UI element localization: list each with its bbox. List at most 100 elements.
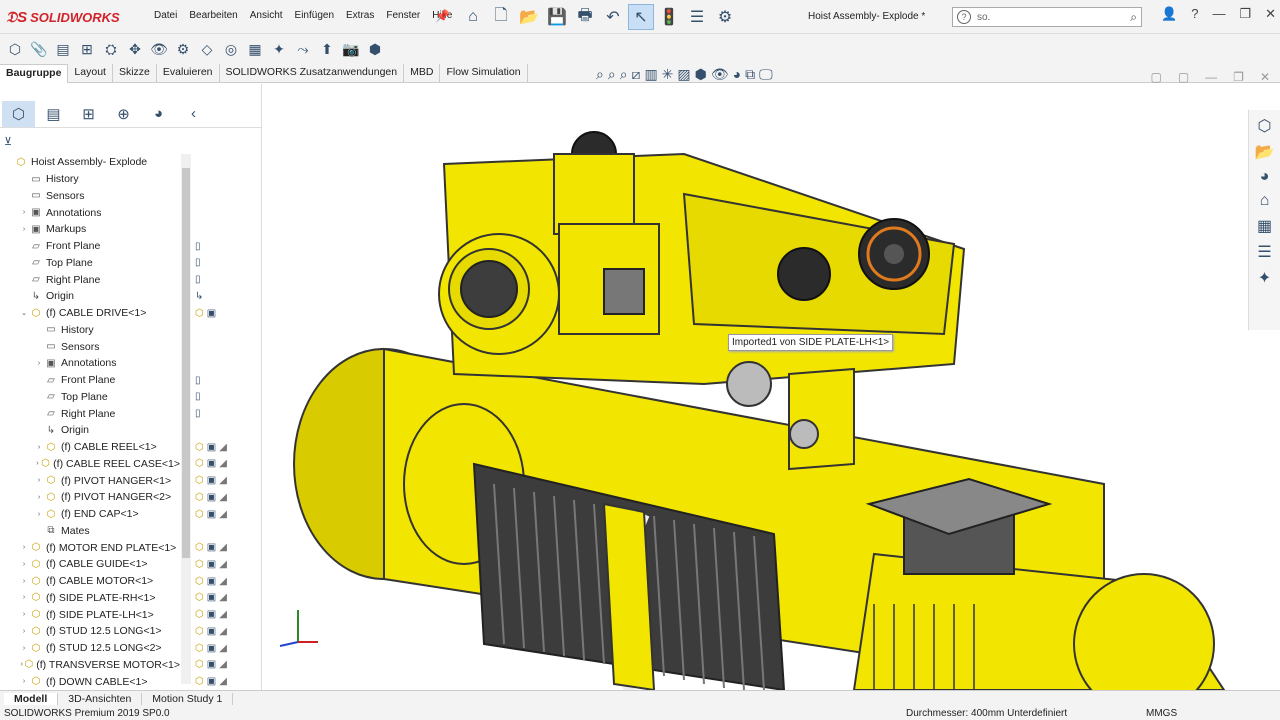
plane-visibility-icon[interactable]: ▯ [195, 391, 201, 402]
tab-baugruppe[interactable]: Baugruppe [0, 64, 69, 83]
tree-item[interactable]: › ⬡ (f) CABLE MOTOR<1> [0, 573, 180, 590]
menu-item-datei[interactable]: Datei [148, 10, 183, 21]
tree-item[interactable]: ▭ Sensors [0, 338, 180, 355]
component-display-icon[interactable]: ⬡ [195, 576, 204, 587]
tree-item[interactable]: › ⬡ (f) DOWN CABLE<1> [0, 673, 180, 690]
menu-item-ansicht[interactable]: Ansicht [244, 10, 289, 21]
tab-flow-simulation[interactable]: Flow Simulation [440, 64, 528, 83]
material-icon[interactable]: ◢ [219, 442, 227, 453]
tab-solidworks-zusatzanwendungen[interactable]: SOLIDWORKS Zusatzanwendungen [220, 64, 405, 83]
expand-arrow-icon[interactable]: › [34, 460, 41, 467]
component-display-icon[interactable]: ⬡ [195, 626, 204, 637]
state-icon[interactable]: ▣ [207, 676, 216, 687]
component-preview-icon[interactable]: ▤ [52, 38, 74, 60]
material-icon[interactable]: ◢ [219, 492, 227, 503]
tree-item[interactable]: ▭ History [0, 322, 180, 339]
tree-item[interactable]: ▱ Right Plane [0, 405, 180, 422]
tree-item[interactable]: ⬡ Hoist Assembly- Explode [0, 154, 180, 171]
component-display-icon[interactable]: ⬡ [195, 475, 204, 486]
help-icon[interactable]: ? [1191, 6, 1198, 22]
component-display-icon[interactable]: ⬡ [195, 442, 204, 453]
expand-arrow-icon[interactable]: › [19, 594, 29, 601]
material-icon[interactable]: ◢ [219, 609, 227, 620]
dimxpert-tab-icon[interactable]: ⊕ [107, 101, 140, 127]
viewport-close-icon[interactable]: ✕ [1260, 70, 1270, 84]
tab-skizze[interactable]: Skizze [113, 64, 157, 83]
component-display-icon[interactable]: ⬡ [195, 308, 204, 319]
plane-visibility-icon[interactable]: ▯ [195, 274, 201, 285]
previous-view-icon[interactable]: ⌕ [620, 66, 628, 83]
mate-icon[interactable]: 📎 [28, 38, 50, 60]
save-icon[interactable]: 💾 [544, 4, 570, 30]
material-icon[interactable]: ◢ [219, 626, 227, 637]
state-icon[interactable]: ▣ [207, 659, 216, 670]
configuration-manager-tab-icon[interactable]: ⊞ [72, 101, 105, 127]
tab-evaluieren[interactable]: Evaluieren [157, 64, 220, 83]
viewport-minimize-icon[interactable]: — [1205, 70, 1217, 84]
state-icon[interactable]: ▣ [207, 492, 216, 503]
zoom-fit-icon[interactable]: ⌕ [596, 66, 604, 83]
viewport-split-icon[interactable]: ▢ [1150, 70, 1161, 84]
state-icon[interactable]: ▣ [207, 626, 216, 637]
rebuild-icon[interactable]: 🚦 [656, 4, 682, 30]
origin-visibility-icon[interactable]: ↳ [195, 291, 203, 302]
new-motion-study-icon[interactable]: ◎ [220, 38, 242, 60]
component-display-icon[interactable]: ⬡ [195, 676, 204, 687]
tree-item[interactable]: › ⬡ (f) SIDE PLATE-RH<1> [0, 590, 180, 607]
solidworks-resources-icon[interactable]: ⬡ [1258, 116, 1272, 136]
component-display-icon[interactable]: ⬡ [195, 609, 204, 620]
tree-item[interactable]: › ⬡ (f) STUD 12.5 LONG<1> [0, 623, 180, 640]
tree-item[interactable]: ↳ Origin [0, 288, 180, 305]
search-input[interactable]: so. [977, 12, 990, 23]
pin-icon[interactable]: 📌 [435, 9, 450, 23]
scrollbar-thumb[interactable] [182, 168, 190, 558]
expand-arrow-icon[interactable]: › [19, 678, 29, 685]
plane-visibility-icon[interactable]: ▯ [195, 257, 201, 268]
state-icon[interactable]: ▣ [207, 542, 216, 553]
linear-pattern-icon[interactable]: ⊞ [76, 38, 98, 60]
smart-fasteners-icon[interactable]: ⛭ [100, 38, 122, 60]
section-view-icon[interactable]: ⧄ [632, 66, 641, 83]
undo-icon[interactable]: ↶ [600, 4, 626, 30]
tree-item[interactable]: › ⬡ (f) TRANSVERSE MOTOR<1> [0, 657, 180, 674]
close-icon[interactable]: ✕ [1265, 6, 1276, 22]
material-icon[interactable]: ◢ [219, 676, 227, 687]
tree-item[interactable]: ⧉ Mates [0, 523, 180, 540]
file-properties-icon[interactable]: ☰ [684, 4, 710, 30]
menu-item-bearbeiten[interactable]: Bearbeiten [183, 10, 243, 21]
expand-arrow-icon[interactable]: › [19, 209, 29, 216]
component-display-icon[interactable]: ⬡ [195, 559, 204, 570]
component-display-icon[interactable]: ⬡ [195, 509, 204, 520]
material-icon[interactable]: ◢ [219, 659, 227, 670]
tree-item[interactable]: ▱ Front Plane [0, 372, 180, 389]
tree-item[interactable]: › ⬡ (f) CABLE REEL<1> [0, 439, 180, 456]
component-display-icon[interactable]: ⬡ [195, 659, 204, 670]
dynamic-annotation-icon[interactable]: ▥ [644, 66, 657, 83]
bottom-tab-motion-study-1[interactable]: Motion Study 1 [142, 692, 234, 705]
minimize-icon[interactable]: — [1212, 6, 1225, 22]
bottom-tab-3d-ansichten[interactable]: 3D-Ansichten [58, 692, 143, 705]
search-box[interactable]: ? so. ⌕ [952, 7, 1142, 27]
custom-properties-icon[interactable]: ☰ [1257, 242, 1271, 262]
feature-manager-tab-icon[interactable]: ⬡ [2, 100, 35, 127]
exploded-view-icon[interactable]: ✦ [268, 38, 290, 60]
state-icon[interactable]: ▣ [207, 509, 216, 520]
material-icon[interactable]: ◢ [219, 643, 227, 654]
menu-item-einfügen[interactable]: Einfügen [289, 10, 340, 21]
display-manager-tab-icon[interactable]: ◕ [142, 101, 175, 127]
tree-item[interactable]: › ▣ Annotations [0, 204, 180, 221]
state-icon[interactable]: ▣ [207, 308, 216, 319]
state-icon[interactable]: ▣ [207, 643, 216, 654]
expand-arrow-icon[interactable]: › [34, 477, 44, 484]
tree-item[interactable]: ↳ Origin [0, 422, 180, 439]
tree-item[interactable]: › ⬡ (f) CABLE GUIDE<1> [0, 556, 180, 573]
menu-item-extras[interactable]: Extras [340, 10, 380, 21]
new-file-icon[interactable]: 🗋 [488, 4, 514, 30]
expand-arrow-icon[interactable]: ⌄ [19, 309, 29, 317]
panel-scroll-left-icon[interactable]: ‹ [177, 101, 210, 127]
tree-item[interactable]: › ⬡ (f) SIDE PLATE-LH<1> [0, 606, 180, 623]
state-icon[interactable]: ▣ [207, 576, 216, 587]
component-display-icon[interactable]: ⬡ [195, 592, 204, 603]
tree-item[interactable]: › ⬡ (f) MOTOR END PLATE<1> [0, 539, 180, 556]
tree-item[interactable]: › ▣ Annotations [0, 355, 180, 372]
